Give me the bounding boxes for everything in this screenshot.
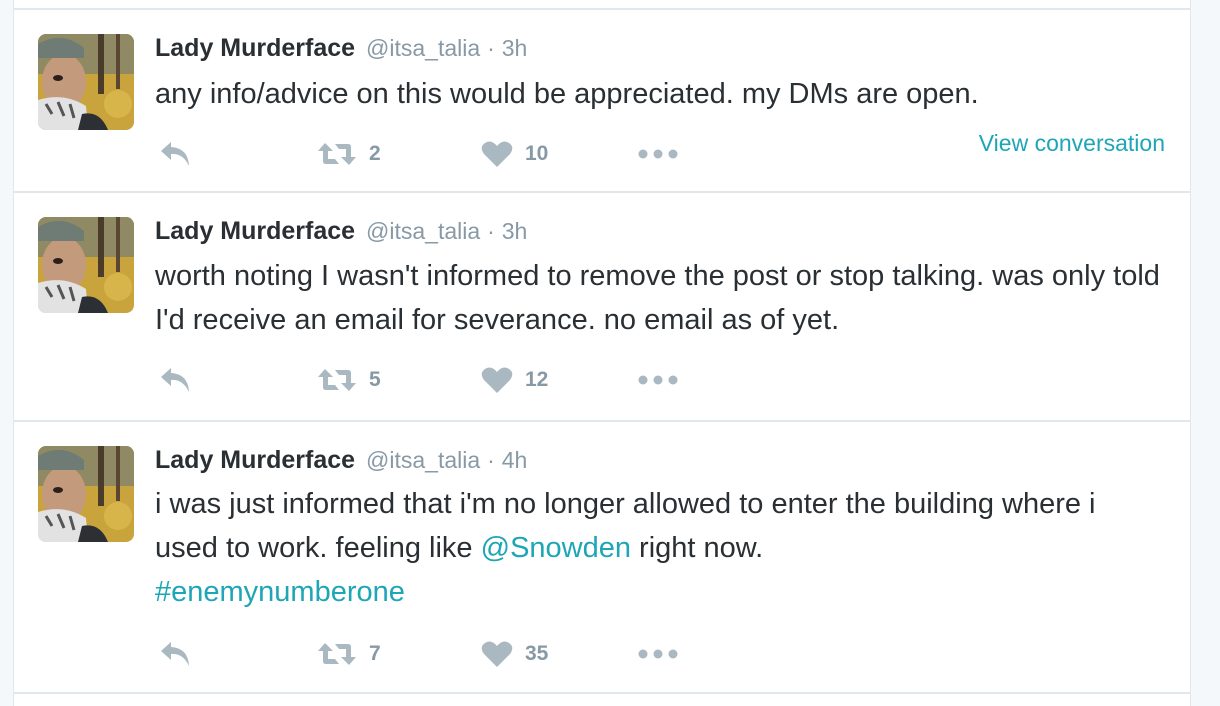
author-handle[interactable]: @itsa_talia (366, 447, 480, 473)
reply-button[interactable] (159, 634, 191, 674)
author-handle[interactable]: @itsa_talia (366, 35, 480, 61)
retweet-button[interactable]: 5 (317, 360, 381, 400)
reply-button[interactable] (159, 134, 191, 174)
tweet[interactable]: Lady Murderface @itsa_talia · 3h any inf… (14, 8, 1190, 193)
tweet[interactable]: Lady Murderface @itsa_talia · 4h i was j… (14, 422, 1190, 694)
timestamp[interactable]: 4h (502, 447, 528, 473)
more-icon (638, 649, 678, 659)
reply-icon (159, 640, 191, 668)
tweet-header: Lady Murderface @itsa_talia · 3h (155, 215, 527, 247)
avatar[interactable] (38, 217, 134, 313)
timeline: Lady Murderface @itsa_talia · 3h any inf… (13, 0, 1191, 706)
retweet-button[interactable]: 7 (317, 634, 381, 674)
separator-dot: · (487, 447, 495, 473)
tweet[interactable]: Lady Murderface @itsa_talia · 3h worth n… (14, 193, 1190, 422)
tweet-text: worth noting I wasn't informed to remove… (155, 260, 1160, 336)
tweet-actions: 7 35 (155, 634, 1055, 674)
more-button[interactable] (638, 634, 678, 674)
like-count: 10 (525, 142, 549, 165)
like-button[interactable]: 10 (481, 134, 548, 174)
reply-button[interactable] (159, 360, 191, 400)
separator-dot: · (487, 35, 495, 61)
retweet-button[interactable]: 2 (317, 134, 381, 174)
retweet-count: 5 (369, 368, 381, 391)
reply-icon (159, 366, 191, 394)
retweet-count: 2 (369, 142, 381, 165)
tweet-actions: 5 12 (155, 360, 1055, 400)
like-count: 12 (525, 368, 549, 391)
heart-icon (481, 366, 513, 394)
more-button[interactable] (638, 134, 678, 174)
reply-icon (159, 140, 191, 168)
view-conversation-link[interactable]: View conversation (979, 130, 1165, 157)
timestamp[interactable]: 3h (502, 35, 528, 61)
avatar[interactable] (38, 446, 134, 542)
tweet-text: i was just informed that i'm no longer a… (155, 482, 1165, 614)
tweet-text-part: right now. (631, 532, 764, 564)
more-icon (638, 149, 678, 159)
hashtag-link[interactable]: #enemynumberone (155, 576, 405, 608)
retweet-icon (317, 641, 357, 667)
heart-icon (481, 640, 513, 668)
author-name[interactable]: Lady Murderface (155, 34, 355, 62)
author-name[interactable]: Lady Murderface (155, 217, 355, 245)
tweet-header: Lady Murderface @itsa_talia · 3h (155, 32, 527, 64)
separator-dot: · (487, 218, 495, 244)
retweet-icon (317, 141, 357, 167)
like-count: 35 (525, 642, 549, 665)
retweet-count: 7 (369, 642, 381, 665)
tweet-text: any info/advice on this would be appreci… (155, 78, 979, 110)
like-button[interactable]: 12 (481, 360, 548, 400)
heart-icon (481, 140, 513, 168)
retweet-icon (317, 367, 357, 393)
more-icon (638, 375, 678, 385)
author-handle[interactable]: @itsa_talia (366, 218, 480, 244)
more-button[interactable] (638, 360, 678, 400)
tweet-actions: 2 10 (155, 134, 1055, 174)
mention-link[interactable]: @Snowden (481, 532, 631, 564)
avatar[interactable] (38, 34, 134, 130)
like-button[interactable]: 35 (481, 634, 548, 674)
tweet-header: Lady Murderface @itsa_talia · 4h (155, 444, 527, 476)
author-name[interactable]: Lady Murderface (155, 446, 355, 474)
timestamp[interactable]: 3h (502, 218, 528, 244)
